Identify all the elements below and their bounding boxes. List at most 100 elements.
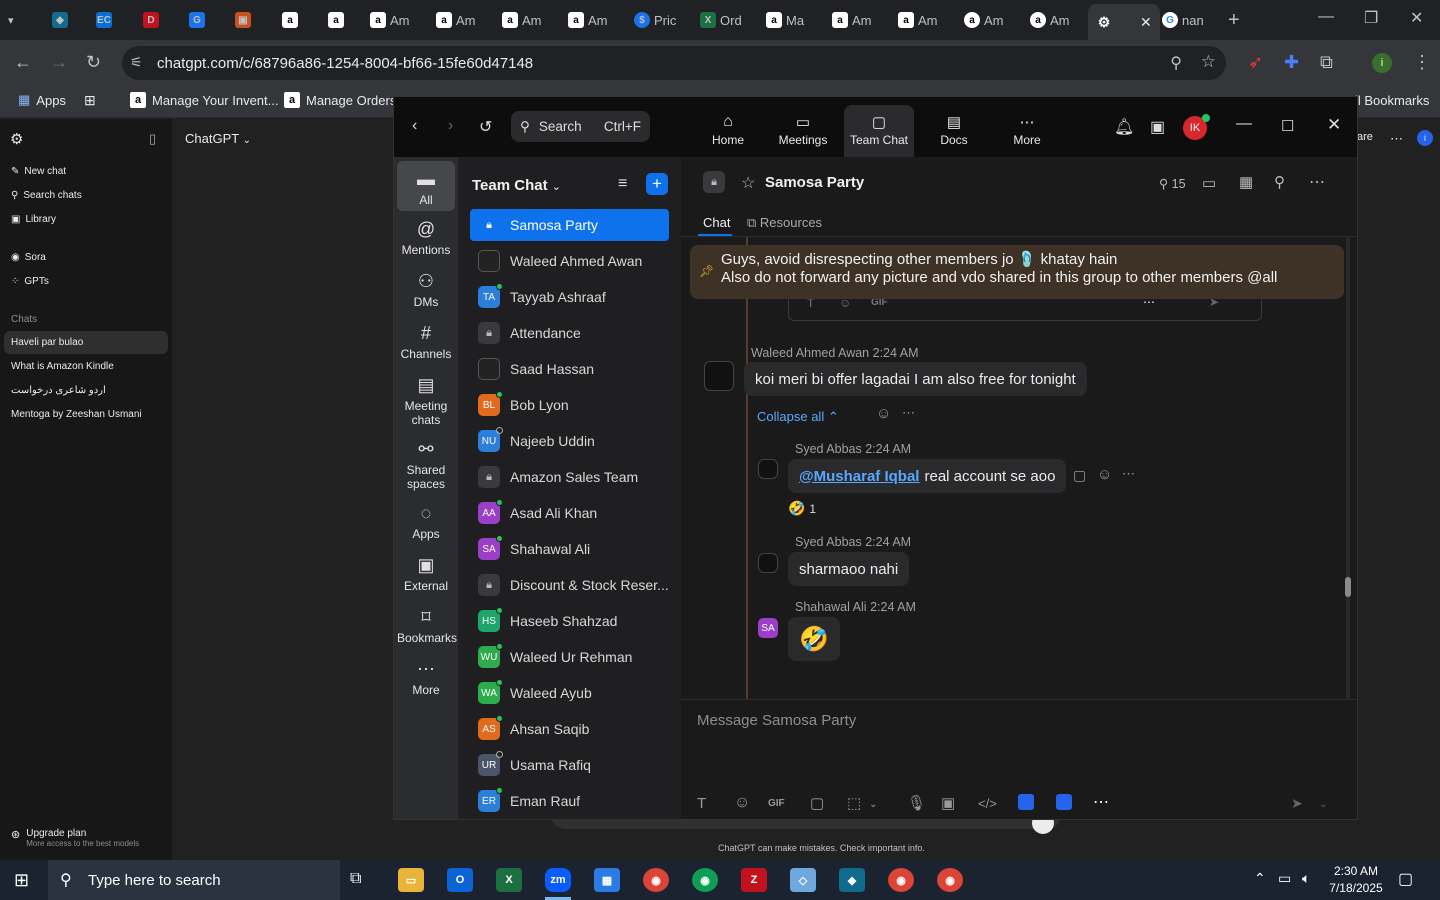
calendar-icon[interactable]: ▦ [1239,173,1253,191]
menu-icon[interactable]: ⋮ [1413,52,1431,73]
scrollbar-track[interactable] [1346,237,1350,699]
share-button[interactable]: are [1357,131,1373,143]
minimize-icon[interactable]: — [1236,115,1252,133]
avatar[interactable] [758,459,778,479]
rail-meeting-chats[interactable]: ▤ Meeting chats [397,375,455,427]
extension-blue-icon[interactable]: ✚ [1284,52,1299,73]
zoom-icon[interactable]: zm [545,868,571,892]
channel-item[interactable]: BL Bob Lyon [470,389,669,421]
bookmark-manage-orders[interactable]: a Manage Orders [284,92,396,108]
bookmark-manage-inventory[interactable]: a Manage Your Invent... [130,92,278,108]
sender-name[interactable]: Syed Abbas [795,442,862,456]
avatar[interactable] [758,553,778,573]
address-bar[interactable]: ⚟ chatgpt.com/c/68796a86-1254-8004-bf66-… [122,46,1226,80]
sender-name[interactable]: Waleed Ahmed Awan [751,346,869,360]
channel-item[interactable]: AA Asad Ali Khan [470,497,669,529]
tab[interactable]: a Am [898,6,938,34]
star-icon[interactable]: ☆ [1201,52,1216,72]
tab[interactable]: a Ma [766,6,804,34]
calculator-icon[interactable]: ▦ [594,868,620,892]
new-tab-button[interactable]: + [1228,6,1240,34]
sora-button[interactable]: ◉ Sora [11,252,46,263]
tab[interactable]: a Am [436,6,476,34]
nav-team-chat[interactable]: ▢ Team Chat [844,105,914,157]
taskbar-search[interactable]: ⚲ Type here to search [48,860,340,900]
rail-bookmarks[interactable]: ⌑ Bookmarks [397,607,457,645]
profile-icon[interactable]: i [1372,53,1392,73]
rail-all[interactable]: ▬ All [397,161,455,211]
tab[interactable]: ▣ [235,6,251,34]
code-icon[interactable]: </> [978,796,997,811]
avatar[interactable]: SA [758,618,778,638]
more-icon[interactable]: ⋯ [1390,131,1403,147]
nav-meetings[interactable]: ▭ Meetings [775,113,831,147]
video-message-icon[interactable]: ▣ [941,794,955,812]
clock[interactable]: 2:30 AM 7/18/2025 [1326,863,1386,897]
channel-item[interactable]: HS Haseeb Shahzad [470,605,669,637]
model-selector[interactable]: ChatGPT ⌄ [185,131,251,146]
chevron-down-icon[interactable]: ⌄ [1319,799,1327,810]
add-reaction-icon[interactable]: ☺ [876,405,891,422]
add-icon[interactable]: + [646,173,668,195]
bookmark-apps[interactable]: ▦ Apps [18,92,66,108]
tab[interactable]: a Am [1030,6,1070,34]
chrome-icon[interactable]: ◉ [888,868,914,892]
rail-shared-spaces[interactable]: ⚯ Shared spaces [397,439,455,491]
chrome-icon[interactable]: ◉ [937,868,963,892]
more-icon[interactable]: ⋯ [1309,172,1325,192]
chat-history-item[interactable]: What is Amazon Kindle [11,361,114,372]
rail-apps[interactable]: ◌ Apps [397,503,455,541]
tab[interactable]: ◆ [52,6,68,34]
zoom-icon[interactable]: ⚲ [1170,53,1182,73]
rail-external[interactable]: ▣ External [397,555,455,593]
more-icon[interactable]: ⋯ [902,405,915,421]
channel-item[interactable]: 🔒︎ Attendance [470,317,669,349]
outlook-icon[interactable]: O [447,868,473,892]
channel-item[interactable]: Waleed Ahmed Awan [470,245,669,277]
pinned-message[interactable]: 📌︎ Guys, avoid disrespecting other membe… [690,245,1344,299]
gif-icon[interactable]: GIF [768,798,785,809]
reply-icon[interactable]: ▢ [1073,467,1086,484]
channel-item[interactable]: WA Waleed Ayub [470,677,669,709]
zoom-search-input[interactable]: ⚲ Search Ctrl+F [511,111,650,142]
extension-red-icon[interactable]: ➶ [1248,52,1263,73]
chevron-up-icon[interactable]: ⌃ [1254,870,1266,887]
search-icon[interactable]: ⚲ [1274,173,1285,191]
collapse-all-button[interactable]: Collapse all ⌃ [757,409,839,425]
avatar[interactable] [704,361,734,391]
list-title-dropdown[interactable]: Team Chat ⌄ [472,177,561,194]
tab[interactable]: G [189,6,205,34]
filter-icon[interactable]: ≡ [618,175,627,193]
reload-icon[interactable]: ↻ [86,52,101,73]
app-icon[interactable] [1018,794,1034,810]
restore-icon[interactable]: ❐ [1364,8,1378,28]
tab[interactable]: X Ord [700,6,742,34]
whiteboard-icon[interactable]: ▣ [1150,117,1165,137]
tab[interactable]: a Am [568,6,608,34]
channel-item[interactable]: 🔒︎ Amazon Sales Team [470,461,669,493]
scrollbar-thumb[interactable] [1345,577,1351,597]
app-icon[interactable]: ◆ [839,868,865,892]
screenshot-icon[interactable]: ⬚ [847,794,861,812]
search-chats-button[interactable]: ⚲ Search chats [11,190,82,201]
nav-more[interactable]: ⋯ More [1004,113,1050,147]
chrome-icon[interactable]: ◉ [692,868,718,892]
tab-active[interactable]: ⚙ ✕ [1088,4,1160,40]
history-icon[interactable]: ↺ [479,117,492,137]
channel-item[interactable]: SA Shahawal Ali [470,533,669,565]
tab-search-button[interactable]: ▾ [8,6,14,34]
channel-item[interactable]: NU Najeeb Uddin [470,425,669,457]
channel-item[interactable]: AS Ahsan Saqib [470,713,669,745]
upgrade-plan-button[interactable]: ⊛ Upgrade plan More access to the best mo… [11,828,139,848]
close-window-icon[interactable]: ✕ [1410,8,1423,28]
chat-history-item[interactable]: Mentoga by Zeeshan Usmani [11,409,142,420]
excel-icon[interactable]: X [496,868,522,892]
app-icon[interactable]: ◇ [790,868,816,892]
forward-icon[interactable]: → [50,52,68,73]
send-icon[interactable]: ➤ [1291,795,1303,812]
user-avatar-icon[interactable]: i [1417,130,1433,146]
bell-icon[interactable]: 🔔︎ [1114,117,1134,137]
channel-item[interactable]: WU Waleed Ur Rehman [470,641,669,673]
more-icon[interactable]: ⋯ [1093,792,1109,812]
back-icon[interactable]: ‹ [412,117,417,135]
